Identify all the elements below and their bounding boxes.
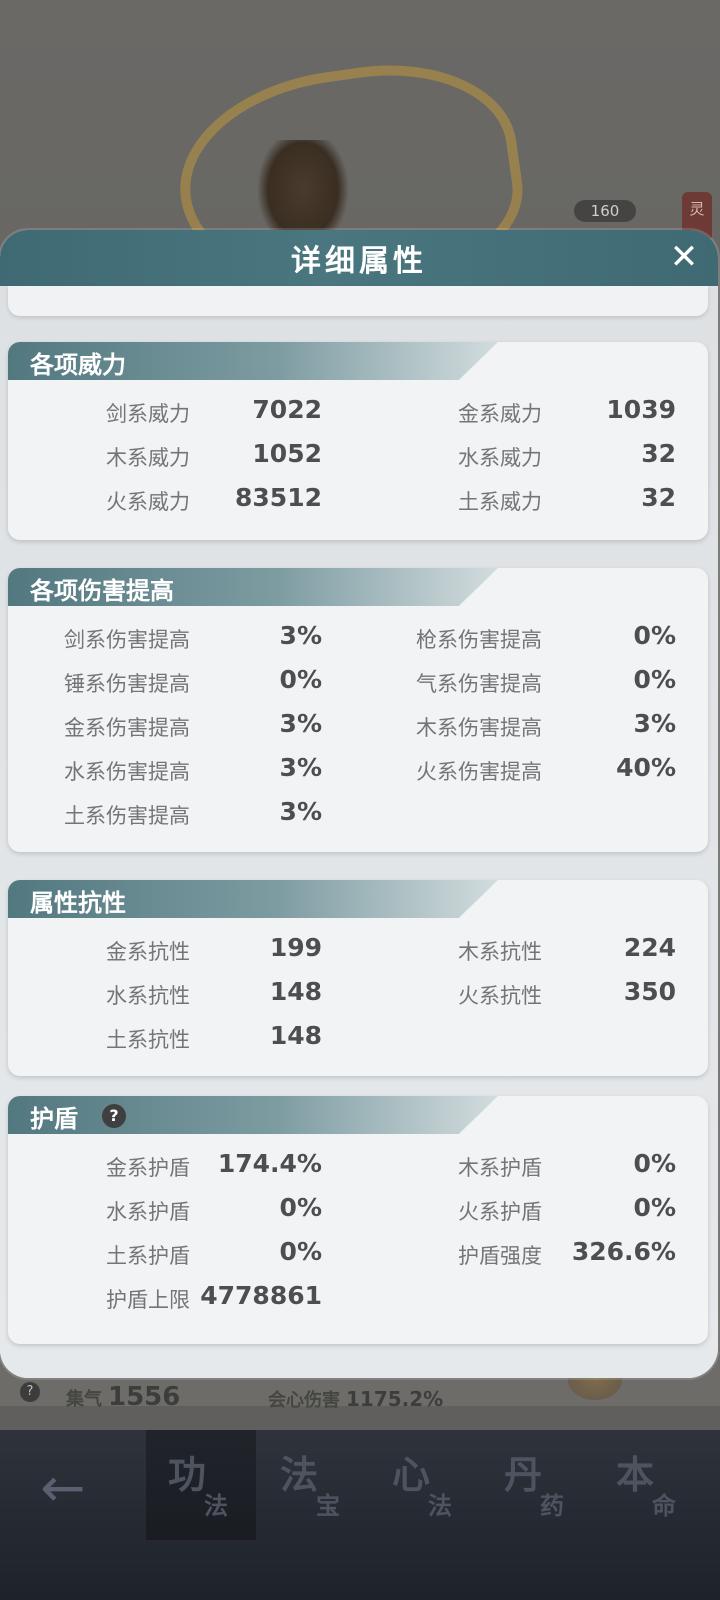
stat-label: 土系威力 <box>458 490 542 514</box>
section-title: 属性抗性 <box>30 889 126 917</box>
nav-tab-big: 本 <box>616 1453 655 1497</box>
stat-label: 土系护盾 <box>106 1244 190 1268</box>
stat-value: 3% <box>633 709 676 738</box>
nav-tab-big: 功 <box>168 1453 207 1497</box>
stat-label: 土系抗性 <box>106 1028 190 1052</box>
stat-value: 4778861 <box>200 1281 322 1310</box>
stat-value: 350 <box>623 977 676 1006</box>
section-title: 各项威力 <box>30 351 126 379</box>
stat-value: 174.4% <box>217 1149 322 1178</box>
stat-label: 金系抗性 <box>106 940 190 964</box>
dialog-title: 详细属性 <box>291 244 427 279</box>
stat-label: 木系伤害提高 <box>416 716 542 740</box>
stat-value: 0% <box>279 1237 322 1266</box>
stat-label: 木系抗性 <box>458 940 542 964</box>
stat-value: 3% <box>279 709 322 738</box>
stat-value: 0% <box>633 1149 676 1178</box>
stats-help-icon[interactable]: ? <box>20 1382 40 1402</box>
stat-label: 火系伤害提高 <box>416 760 542 784</box>
nav-tab-small: 药 <box>540 1492 564 1520</box>
stat-label: 水系威力 <box>458 446 542 470</box>
section-title: 各项伤害提高 <box>30 577 174 605</box>
stat-value: 3% <box>279 797 322 826</box>
section-title: 护盾 <box>30 1105 78 1133</box>
stat-label: 锤系伤害提高 <box>64 672 190 696</box>
dialog-scroll-body[interactable]: 各项威力 剑系威力 7022 金系威力 1039 木系威力 1052 水系威力 … <box>0 286 718 1378</box>
detail-attributes-dialog: 详细属性 ✕ 各项威力 剑系威力 7022 金系威力 1039 木系威力 105… <box>0 230 718 1378</box>
section-resistance: 属性抗性 金系抗性 199 木系抗性 224 水系抗性 148 火系抗性 350… <box>8 880 708 1076</box>
stat-label: 土系伤害提高 <box>64 804 190 828</box>
nav-tab-xinfa[interactable]: 心 法 <box>370 1430 480 1540</box>
stat-value: 83512 <box>235 483 322 512</box>
stat-label: 水系伤害提高 <box>64 760 190 784</box>
stat-crit-damage: 会心伤害 1175.2% <box>268 1386 443 1412</box>
shield-help-icon[interactable]: ? <box>102 1104 126 1128</box>
section-shield: 护盾 ? 金系护盾 174.4% 木系护盾 0% 水系护盾 0% 火系护盾 0%… <box>8 1096 708 1344</box>
stat-value: 224 <box>623 933 676 962</box>
stat-value: 32 <box>641 439 676 468</box>
stat-label: 金系威力 <box>458 402 542 426</box>
stat-value: 3% <box>279 621 322 650</box>
stat-label: 金系护盾 <box>106 1156 190 1180</box>
nav-tab-big: 心 <box>392 1453 431 1497</box>
stat-value: 1039 <box>606 395 676 424</box>
section-header: 属性抗性 <box>8 880 498 918</box>
stat-value: 7022 <box>252 395 322 424</box>
back-arrow-icon[interactable]: ← <box>28 1458 98 1518</box>
stat-value: 3% <box>279 753 322 782</box>
nav-tab-small: 法 <box>204 1492 228 1520</box>
stat-qi-label: 集气 <box>66 1389 102 1410</box>
stat-label: 水系抗性 <box>106 984 190 1008</box>
level-badge: 160 <box>574 200 636 222</box>
stat-label: 剑系伤害提高 <box>64 628 190 652</box>
nav-tab-danyao[interactable]: 丹 药 <box>482 1430 592 1540</box>
stat-label: 剑系威力 <box>106 402 190 426</box>
section-header: 各项威力 <box>8 342 498 380</box>
stat-value: 326.6% <box>571 1237 676 1266</box>
stat-label: 水系护盾 <box>106 1200 190 1224</box>
nav-tab-gongfa[interactable]: 功 法 <box>146 1430 256 1540</box>
nav-tab-fabao[interactable]: 法 宝 <box>258 1430 368 1540</box>
stat-label: 木系威力 <box>106 446 190 470</box>
stat-qi: 集气 1556 <box>66 1382 180 1412</box>
close-icon[interactable]: ✕ <box>660 232 708 282</box>
section-power: 各项威力 剑系威力 7022 金系威力 1039 木系威力 1052 水系威力 … <box>8 342 708 540</box>
stat-value: 148 <box>269 1021 322 1050</box>
stat-value: 148 <box>269 977 322 1006</box>
dialog-header: 详细属性 ✕ <box>0 230 718 286</box>
stat-qi-value: 1556 <box>108 1382 181 1412</box>
nav-tab-benming[interactable]: 本 命 <box>594 1430 704 1540</box>
nav-tab-small: 宝 <box>316 1492 340 1520</box>
stat-crit-damage-value: 1175.2% <box>346 1387 444 1411</box>
stat-label: 火系护盾 <box>458 1200 542 1224</box>
stat-label: 气系伤害提高 <box>416 672 542 696</box>
stat-label: 护盾上限 <box>106 1288 190 1312</box>
stat-crit-damage-label: 会心伤害 <box>268 1390 340 1411</box>
stat-value: 40% <box>616 753 676 782</box>
stat-label: 护盾强度 <box>458 1244 542 1268</box>
scrolled-card-remnant <box>8 286 708 316</box>
section-damage-boost: 各项伤害提高 剑系伤害提高 3% 枪系伤害提高 0% 锤系伤害提高 0% 气系伤… <box>8 568 708 852</box>
stat-value: 0% <box>279 1193 322 1222</box>
stat-value: 0% <box>633 1193 676 1222</box>
stat-value: 1052 <box>252 439 322 468</box>
stat-value: 199 <box>269 933 322 962</box>
nav-tab-small: 命 <box>652 1492 676 1520</box>
section-header: 各项伤害提高 <box>8 568 498 606</box>
nav-tab-small: 法 <box>428 1492 452 1520</box>
stat-label: 火系威力 <box>106 490 190 514</box>
nav-tab-big: 法 <box>280 1453 319 1497</box>
section-header: 护盾 ? <box>8 1096 498 1134</box>
stat-value: 32 <box>641 483 676 512</box>
stat-label: 枪系伤害提高 <box>416 628 542 652</box>
stat-value: 0% <box>279 665 322 694</box>
stat-value: 0% <box>633 621 676 650</box>
stat-label: 木系护盾 <box>458 1156 542 1180</box>
stat-label: 火系抗性 <box>458 984 542 1008</box>
nav-tab-big: 丹 <box>504 1453 543 1497</box>
stat-label: 金系伤害提高 <box>64 716 190 740</box>
stat-value: 0% <box>633 665 676 694</box>
